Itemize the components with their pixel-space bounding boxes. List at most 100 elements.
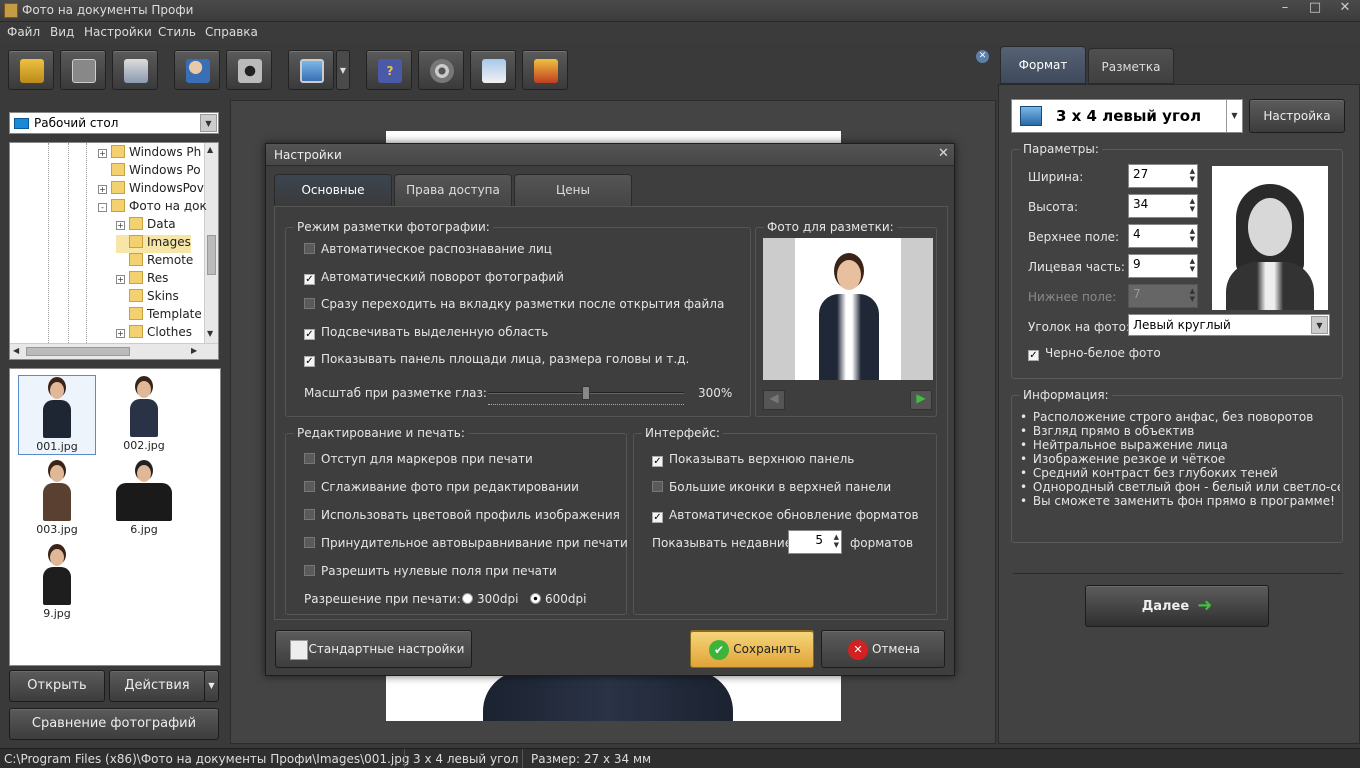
field-spinner[interactable]: 34 ▲ ▼ bbox=[1128, 194, 1198, 218]
field-spinner[interactable]: 27 ▲ ▼ bbox=[1128, 164, 1198, 188]
defaults-button[interactable]: Стандартные настройки bbox=[275, 630, 472, 668]
tab-format[interactable]: Формат bbox=[1000, 46, 1086, 84]
save-button[interactable] bbox=[60, 50, 106, 90]
setup-button[interactable]: Настройка bbox=[1249, 99, 1345, 133]
menu-style[interactable]: Стиль bbox=[158, 25, 196, 39]
field-value: 4 bbox=[1133, 227, 1141, 241]
tree-item[interactable]: Remote bbox=[116, 253, 193, 271]
option-checkbox[interactable]: ✓ Показывать верхнюю панель bbox=[652, 452, 854, 467]
compare-button[interactable]: Сравнение фотографий bbox=[9, 708, 219, 740]
minimize-icon[interactable]: – bbox=[1270, 0, 1300, 18]
option-checkbox[interactable]: Отступ для маркеров при печати bbox=[304, 452, 533, 466]
option-checkbox[interactable]: ✓ Показывать панель площади лица, размера… bbox=[304, 352, 689, 367]
dpi-600-radio[interactable]: 600dpi bbox=[530, 592, 586, 606]
open-folder-button[interactable] bbox=[8, 50, 54, 90]
spinner-arrows-icon[interactable]: ▲ ▼ bbox=[834, 533, 839, 549]
next-photo-button[interactable]: ▶ bbox=[910, 390, 932, 410]
camera-button[interactable] bbox=[226, 50, 272, 90]
spinner-arrows-icon[interactable]: ▲ ▼ bbox=[1190, 197, 1195, 213]
spinner-arrows-icon[interactable]: ▲ ▼ bbox=[1190, 227, 1195, 243]
option-checkbox[interactable]: ✓ Автоматический поворот фотографий bbox=[304, 270, 564, 285]
option-checkbox[interactable]: ✓ Подсвечивать выделенную область bbox=[304, 325, 548, 340]
dialog-close-icon[interactable]: ✕ bbox=[938, 146, 949, 161]
actions-button[interactable]: Действия bbox=[109, 670, 205, 702]
thumbnail[interactable]: 6.jpg bbox=[105, 459, 183, 539]
expander-icon[interactable]: - bbox=[98, 203, 107, 212]
expander-icon[interactable]: + bbox=[98, 185, 107, 194]
radio-icon bbox=[462, 593, 473, 604]
print-button[interactable] bbox=[112, 50, 158, 90]
expander-icon[interactable]: + bbox=[116, 221, 125, 230]
home-button[interactable] bbox=[470, 50, 516, 90]
format-chevron-down-icon[interactable]: ▼ bbox=[1226, 100, 1242, 132]
menu-settings[interactable]: Настройки bbox=[84, 25, 152, 39]
close-panel-icon[interactable]: ✕ bbox=[976, 50, 989, 63]
right-panel: Формат Разметка 3 x 4 левый угол ▼ Настр… bbox=[998, 44, 1360, 744]
users-button[interactable] bbox=[174, 50, 220, 90]
option-checkbox[interactable]: Принудительное автовыравнивание при печа… bbox=[304, 536, 628, 550]
spinner-arrows-icon[interactable]: ▲ ▼ bbox=[1190, 167, 1195, 183]
thumbnail[interactable]: 002.jpg bbox=[105, 375, 183, 455]
option-checkbox[interactable]: Использовать цветовой профиль изображени… bbox=[304, 508, 620, 522]
cancel-button[interactable]: ✕ Отмена bbox=[821, 630, 945, 668]
tab-general[interactable]: Основные bbox=[274, 174, 392, 206]
tree-item[interactable]: + Windows Ph bbox=[98, 145, 201, 163]
option-checkbox[interactable]: Автоматическое распознавание лиц bbox=[304, 242, 552, 256]
tree-item[interactable]: Windows Po bbox=[98, 163, 201, 181]
spinner-arrows-icon[interactable]: ▲ ▼ bbox=[1190, 257, 1195, 273]
tree-item[interactable]: + Data bbox=[116, 217, 176, 235]
menu-file[interactable]: Файл bbox=[7, 25, 40, 39]
option-checkbox[interactable]: Большие иконки в верхней панели bbox=[652, 480, 891, 494]
chevron-down-icon[interactable]: ▼ bbox=[200, 114, 217, 132]
prev-photo-button[interactable]: ◀ bbox=[763, 390, 785, 410]
screen-dropdown-icon[interactable]: ▼ bbox=[336, 50, 350, 90]
recent-spinner[interactable]: 5 ▲ ▼ bbox=[788, 530, 842, 554]
save-dialog-button[interactable]: ✔ Сохранить bbox=[690, 630, 814, 668]
format-select[interactable]: 3 x 4 левый угол ▼ bbox=[1011, 99, 1243, 133]
option-checkbox[interactable]: Сглаживание фото при редактировании bbox=[304, 480, 579, 494]
tree-item[interactable]: - Фото на док bbox=[98, 199, 207, 217]
help-button[interactable]: ? bbox=[366, 50, 412, 90]
option-checkbox[interactable]: Разрешить нулевые поля при печати bbox=[304, 564, 557, 578]
folder-select[interactable]: Рабочий стол ▼ bbox=[9, 112, 219, 134]
tab-access[interactable]: Права доступа bbox=[394, 174, 512, 206]
corner-chevron-down-icon[interactable]: ▼ bbox=[1311, 316, 1328, 334]
menu-help[interactable]: Справка bbox=[205, 25, 258, 39]
close-icon[interactable]: ✕ bbox=[1330, 0, 1360, 18]
maximize-icon[interactable]: □ bbox=[1300, 0, 1330, 18]
video-button[interactable] bbox=[418, 50, 464, 90]
tree-scrollbar[interactable]: ▲ ▼ bbox=[204, 143, 218, 343]
field-spinner[interactable]: 4 ▲ ▼ bbox=[1128, 224, 1198, 248]
tree-scroll-thumb[interactable] bbox=[207, 235, 216, 275]
expander-icon[interactable]: + bbox=[116, 329, 125, 338]
expander-icon[interactable]: + bbox=[116, 275, 125, 284]
open-button[interactable]: Открыть bbox=[9, 670, 105, 702]
screen-button[interactable] bbox=[288, 50, 334, 90]
bw-checkbox[interactable]: ✓ Черно-белое фото bbox=[1028, 346, 1161, 361]
tree-item[interactable]: + Res bbox=[116, 271, 168, 289]
thumbnail[interactable]: 003.jpg bbox=[18, 459, 96, 539]
tab-markup[interactable]: Разметка bbox=[1088, 48, 1174, 84]
dpi-300-radio[interactable]: 300dpi bbox=[462, 592, 518, 606]
option-checkbox[interactable]: ✓ Автоматическое обновление форматов bbox=[652, 508, 919, 523]
thumbnail[interactable]: 001.jpg bbox=[18, 375, 96, 455]
tree-item[interactable]: Skins bbox=[116, 289, 179, 307]
actions-dropdown-icon[interactable]: ▼ bbox=[204, 670, 219, 702]
slider-thumb[interactable] bbox=[582, 386, 590, 400]
option-checkbox[interactable]: Сразу переходить на вкладку разметки пос… bbox=[304, 297, 724, 311]
tree-hscrollbar[interactable]: ◀ ▶ bbox=[10, 343, 218, 359]
tab-prices[interactable]: Цены bbox=[514, 174, 632, 206]
thumbnail[interactable]: 9.jpg bbox=[18, 543, 96, 623]
tree-item[interactable]: + WindowsPov bbox=[98, 181, 204, 199]
cart-button[interactable] bbox=[522, 50, 568, 90]
scale-slider[interactable] bbox=[488, 386, 684, 406]
menu-view[interactable]: Вид bbox=[50, 25, 74, 39]
markup-group: Режим разметки фотографии: Масштаб при р… bbox=[285, 220, 751, 417]
field-spinner[interactable]: 9 ▲ ▼ bbox=[1128, 254, 1198, 278]
tree-item[interactable]: Template bbox=[116, 307, 202, 325]
next-button[interactable]: Далее ➜ bbox=[1085, 585, 1269, 627]
corner-select[interactable]: Левый круглый ▼ bbox=[1128, 314, 1330, 336]
tree-item[interactable]: + Clothes bbox=[116, 325, 192, 343]
expander-icon[interactable]: + bbox=[98, 149, 107, 158]
tree-item[interactable]: Images bbox=[116, 235, 191, 253]
